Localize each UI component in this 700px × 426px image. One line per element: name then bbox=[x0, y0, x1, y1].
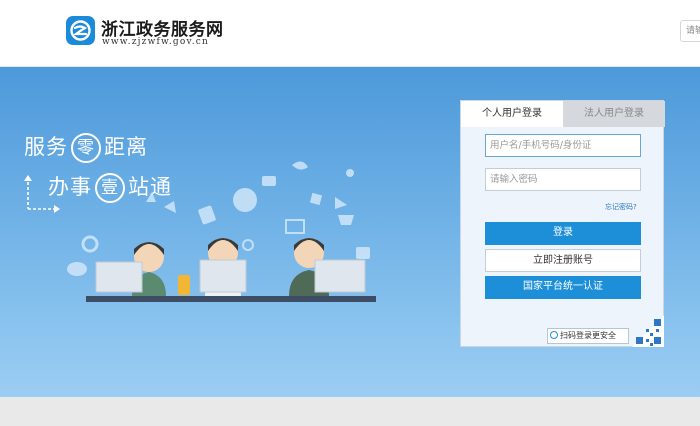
password-field[interactable]: 请输入密码 bbox=[485, 168, 641, 191]
national-auth-button[interactable]: 国家平台统一认证 bbox=[485, 276, 641, 299]
qr-scan-icon bbox=[550, 331, 558, 339]
login-panel: 个人用户登录 法人用户登录 用户名/手机号码/身份证 请输入密码 忘记密码? 登… bbox=[460, 100, 665, 347]
qr-login-tip[interactable]: 扫码登录更安全 bbox=[547, 328, 629, 344]
service-staff-illustration bbox=[67, 161, 376, 302]
qr-tip-label: 扫码登录更安全 bbox=[560, 331, 616, 340]
logo-icon[interactable] bbox=[66, 16, 95, 45]
forgot-password-link[interactable]: 忘记密码? bbox=[605, 202, 637, 212]
search-input[interactable]: 请输 bbox=[680, 20, 700, 42]
site-url: www.zjzwfw.gov.cn bbox=[102, 37, 210, 47]
tab-personal-login[interactable]: 个人用户登录 bbox=[461, 101, 563, 127]
qr-code-icon[interactable] bbox=[632, 315, 664, 347]
username-field[interactable]: 用户名/手机号码/身份证 bbox=[485, 134, 641, 157]
login-button[interactable]: 登录 bbox=[485, 222, 641, 245]
footer-strip bbox=[0, 397, 700, 426]
site-header: 浙江政务服务网 www.zjzwfw.gov.cn 请输 bbox=[0, 0, 700, 67]
tab-legal-login[interactable]: 法人用户登录 bbox=[563, 101, 665, 127]
register-button[interactable]: 立即注册账号 bbox=[485, 249, 641, 272]
